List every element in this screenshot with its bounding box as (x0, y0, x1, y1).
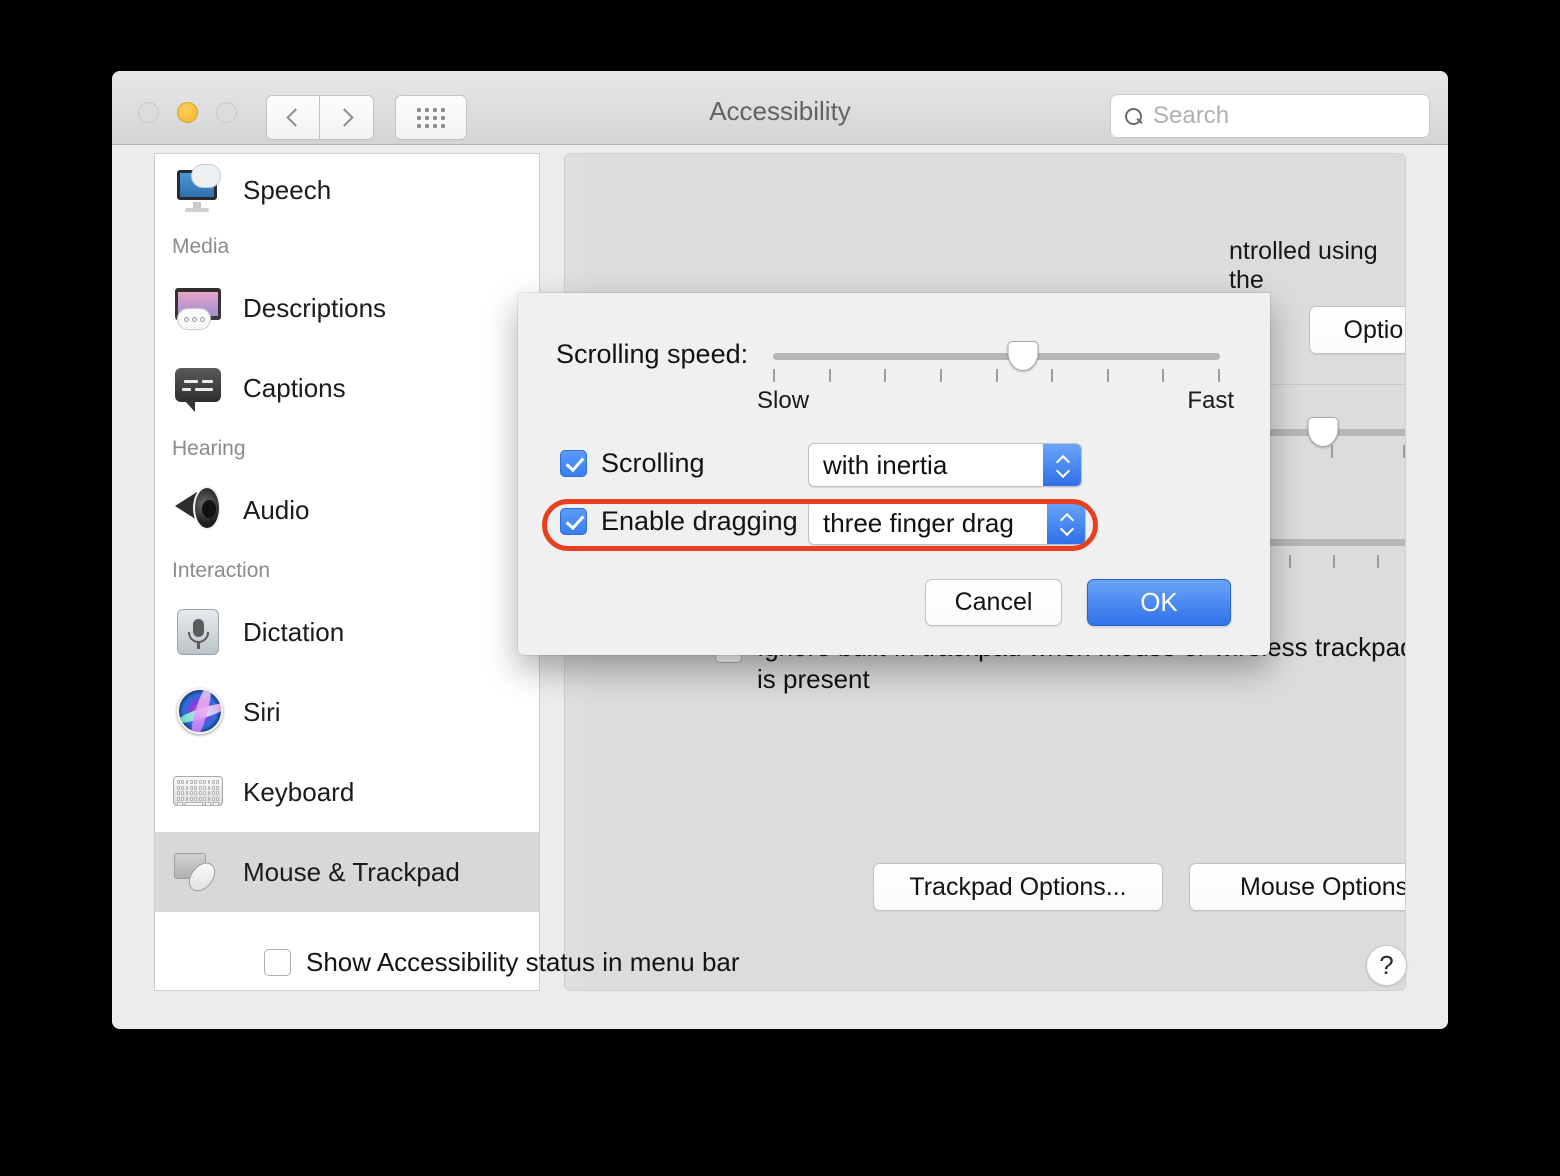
window-body: Speech Media Descriptions Captions Heari… (112, 145, 1448, 1029)
trackpad-options-button[interactable]: Trackpad Options... (873, 863, 1163, 911)
sidebar-group-hearing: Hearing (172, 437, 246, 460)
mouse-options-button[interactable]: Mouse Options... (1189, 863, 1405, 911)
scrolling-checkbox[interactable] (560, 450, 587, 477)
enable-dragging-label: Enable dragging (601, 506, 798, 536)
show-accessibility-status-label: Show Accessibility status in menu bar (306, 947, 740, 977)
sidebar-group-interaction: Interaction (172, 559, 271, 582)
ok-button[interactable]: OK (1087, 579, 1231, 626)
slider-right-label: Fast (1187, 387, 1234, 414)
sidebar-item-speech[interactable]: Speech (155, 154, 539, 226)
sidebar-item-mouse-trackpad[interactable]: Mouse & Trackpad (155, 832, 539, 912)
audio-icon (171, 484, 227, 536)
slider-track (773, 353, 1220, 360)
stepper-icon[interactable] (1043, 444, 1081, 486)
keyboard-icon (171, 766, 227, 818)
search-placeholder: Search (1153, 102, 1230, 129)
controlled-using-text: ntrolled using the (1229, 237, 1378, 294)
enable-dragging-row[interactable]: Enable dragging (560, 506, 798, 537)
show-accessibility-status-row[interactable]: Show Accessibility status in menu bar (264, 947, 740, 978)
sidebar-item-label: Keyboard (243, 776, 355, 807)
sidebar-item-keyboard[interactable]: Keyboard (155, 752, 539, 832)
sidebar-item-audio[interactable]: Audio (155, 470, 539, 550)
sidebar-item-label: Descriptions (243, 292, 387, 323)
dragging-mode-popup[interactable]: three finger drag (808, 501, 1086, 545)
siri-icon (171, 686, 227, 738)
sidebar-item-siri[interactable]: Siri (155, 672, 539, 752)
scrolling-mode-value: with inertia (823, 449, 948, 480)
options-button[interactable]: Options... (1309, 306, 1405, 354)
scrolling-row[interactable]: Scrolling (560, 448, 705, 479)
sidebar-item-label: Speech (243, 174, 332, 205)
sidebar-item-label: Mouse & Trackpad (243, 856, 460, 887)
scrolling-label: Scrolling (601, 448, 705, 478)
sidebar-item-descriptions[interactable]: Descriptions (155, 268, 539, 348)
stepper-icon[interactable] (1047, 502, 1085, 544)
sidebar-item-label: Dictation (243, 616, 345, 647)
captions-icon (171, 362, 227, 414)
slider-left-label: Slow (757, 387, 810, 414)
slider-ticks (773, 369, 1220, 383)
cancel-button[interactable]: Cancel (925, 579, 1062, 626)
descriptions-icon (171, 282, 227, 334)
slider-knob[interactable] (1007, 341, 1039, 371)
search-icon (1125, 107, 1142, 125)
scrolling-speed-label: Scrolling speed: (556, 339, 749, 369)
enable-dragging-checkbox[interactable] (560, 508, 587, 535)
sidebar-item-label: Audio (243, 494, 310, 525)
dictation-icon (171, 606, 227, 658)
sidebar-item-captions[interactable]: Captions (155, 348, 539, 428)
mouse-trackpad-icon (171, 846, 227, 898)
sidebar-group-media: Media (172, 235, 230, 258)
sidebar-item-label: Siri (243, 696, 281, 727)
sidebar-item-dictation[interactable]: Dictation (155, 592, 539, 672)
help-button[interactable]: ? (1366, 945, 1407, 986)
window-titlebar: Accessibility Search (112, 71, 1448, 145)
trackpad-options-sheet: Scrolling speed: Slow Fast Scrolling wit… (518, 293, 1270, 655)
ignore-trackpad-label-line2: is present (757, 663, 870, 694)
window-bottom-bar: Show Accessibility status in menu bar ? (112, 917, 1448, 1029)
preferences-sidebar[interactable]: Speech Media Descriptions Captions Heari… (154, 153, 540, 991)
system-preferences-window: Accessibility Search Speech Media Descri (112, 71, 1448, 1029)
scrolling-mode-popup[interactable]: with inertia (808, 443, 1082, 487)
speech-icon (171, 164, 227, 216)
search-input[interactable]: Search (1110, 94, 1430, 138)
slider-knob[interactable] (1307, 417, 1339, 447)
dragging-mode-value: three finger drag (823, 507, 1014, 538)
sidebar-item-label: Captions (243, 372, 346, 403)
show-accessibility-status-checkbox[interactable] (264, 949, 291, 976)
